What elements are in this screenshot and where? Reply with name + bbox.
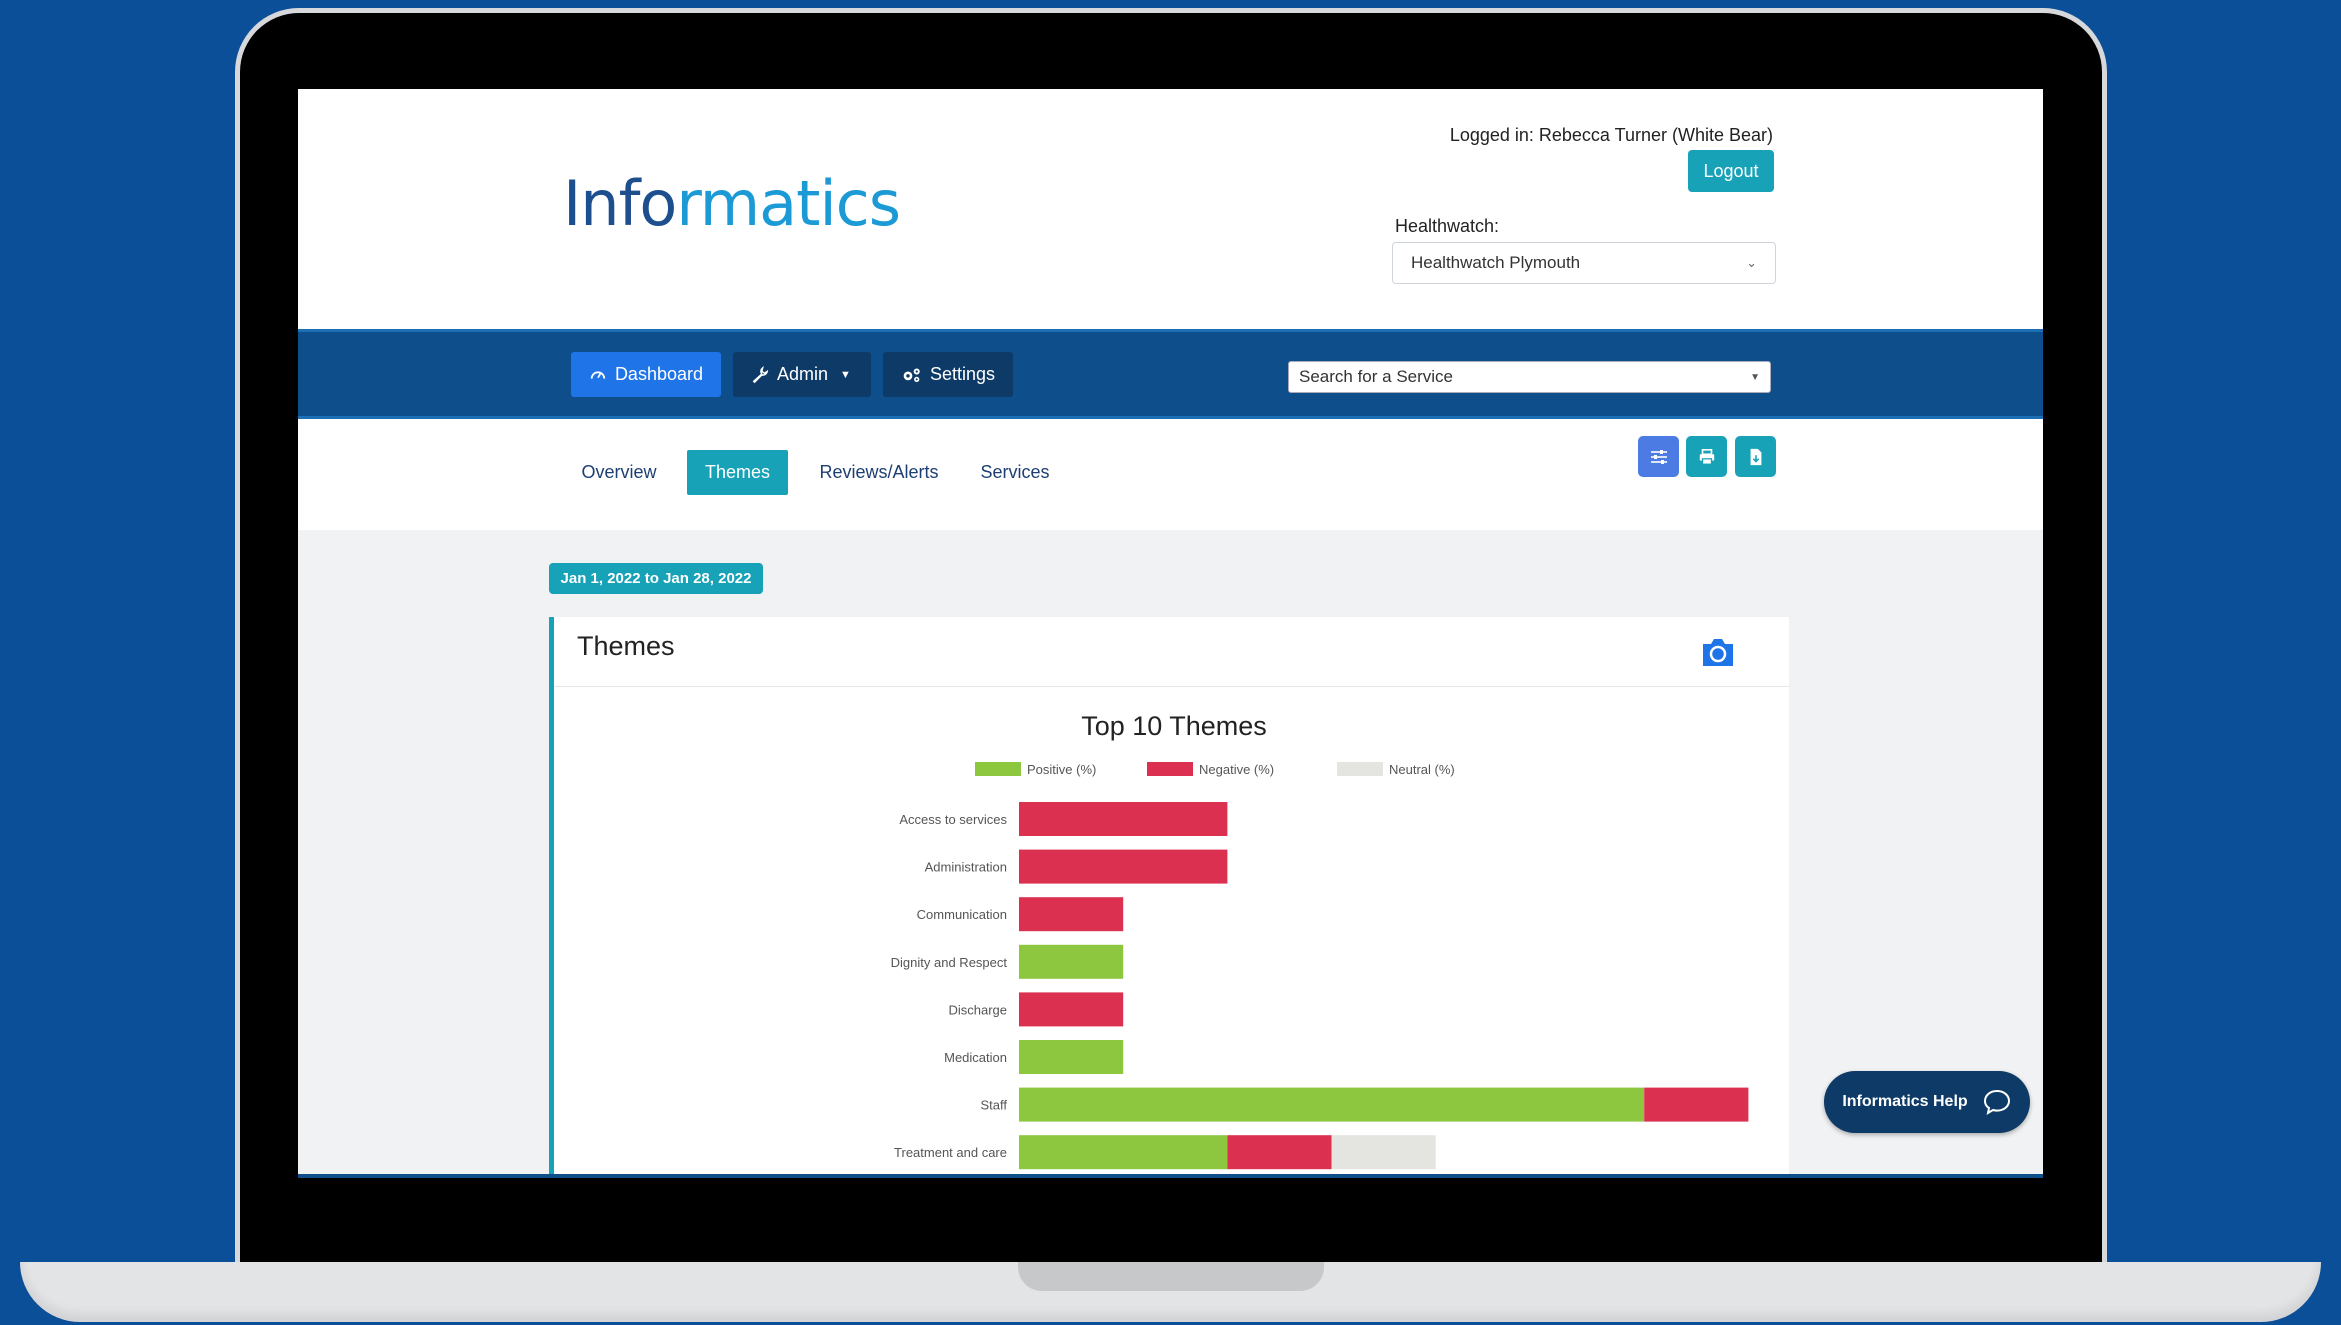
laptop-notch	[1018, 1262, 1324, 1291]
healthwatch-select[interactable]: Healthwatch Plymouth ⌄	[1392, 242, 1776, 284]
tab-reviews-alerts[interactable]: Reviews/Alerts	[809, 450, 949, 495]
sliders-icon	[1650, 449, 1667, 464]
bar-6-1	[1644, 1087, 1749, 1122]
bar-3-0	[1019, 944, 1124, 979]
category-label-3: Dignity and Respect	[891, 955, 1008, 970]
gauge-icon	[590, 370, 606, 379]
admin-dropdown-button[interactable]: Admin ▼	[733, 352, 871, 397]
informatics-help-button[interactable]: Informatics Help	[1824, 1071, 2030, 1133]
wrench-icon	[752, 365, 769, 383]
category-label-5: Medication	[944, 1050, 1007, 1065]
chevron-down-icon: ⌄	[1746, 255, 1757, 270]
bar-0-1	[1019, 802, 1228, 836]
healthwatch-selected-value: Healthwatch Plymouth	[1411, 253, 1581, 272]
legend-label-2: Neutral (%)	[1389, 762, 1455, 777]
camera-icon[interactable]	[1699, 633, 1737, 671]
tab-overview[interactable]: Overview	[573, 450, 665, 495]
tab-themes[interactable]: Themes	[687, 450, 788, 495]
healthwatch-label: Healthwatch:	[1395, 216, 1500, 236]
legend-swatch-0	[975, 762, 1021, 776]
category-label-7: Treatment and care	[894, 1145, 1007, 1160]
category-label-1: Administration	[925, 860, 1007, 875]
service-search-value: Search for a Service	[1299, 367, 1454, 386]
legend-swatch-1	[1147, 762, 1193, 776]
help-label: Informatics Help	[1842, 1093, 1968, 1110]
settings-label: Settings	[929, 364, 995, 384]
dashboard-label: Dashboard	[614, 364, 703, 384]
logged-in-text: Logged in: Rebecca Turner (White Bear)	[1449, 125, 1773, 145]
file-export-icon	[1750, 448, 1761, 465]
category-label-0: Access to services	[899, 812, 1007, 827]
card-header: Themes	[554, 617, 1789, 687]
header: Informatics Logged in: Rebecca Turner (W…	[298, 89, 2043, 329]
legend-label-0: Positive (%)	[1027, 762, 1096, 777]
chat-bubble-icon	[1983, 1089, 2010, 1116]
bar-7-2	[1331, 1135, 1436, 1170]
screen-bottom-bar	[298, 1174, 2043, 1178]
logo-part3: matics	[699, 167, 901, 240]
app-screen: Informatics Logged in: Rebecca Turner (W…	[298, 89, 2043, 1178]
dropdown-arrow-icon: ▼	[1750, 371, 1760, 383]
logout-button[interactable]: Logout	[1688, 150, 1774, 192]
bar-4-1	[1019, 992, 1124, 1027]
main-navbar: Dashboard Admin ▼ Settings Search for a …	[298, 329, 2043, 419]
logo-part2: r	[676, 167, 700, 240]
print-button[interactable]	[1686, 436, 1727, 477]
print-icon	[1699, 448, 1714, 465]
bar-1-1	[1019, 849, 1228, 884]
dashboard-button[interactable]: Dashboard	[571, 352, 721, 397]
service-search-select[interactable]: Search for a Service ▼	[1288, 361, 1771, 393]
logo-part1: Info	[563, 167, 677, 240]
top-themes-chart: Top 10 Themes Positive (%) Negative (%) Neu…	[891, 711, 1749, 1170]
bar-2-1	[1019, 897, 1124, 932]
legend-swatch-2	[1337, 762, 1383, 776]
bar-6-0	[1019, 1087, 1645, 1122]
filter-button[interactable]	[1638, 436, 1679, 477]
settings-button[interactable]: Settings	[883, 352, 1013, 397]
tab-services[interactable]: Services	[970, 450, 1060, 495]
category-label-4: Discharge	[948, 1002, 1007, 1017]
chart-title: Top 10 Themes	[1081, 711, 1267, 741]
tab-bar: Overview Themes Reviews/Alerts Services	[298, 419, 2043, 530]
category-label-6: Staff	[980, 1098, 1007, 1113]
gears-icon	[903, 367, 920, 382]
card-title: Themes	[577, 631, 675, 661]
category-label-2: Communication	[917, 907, 1007, 922]
admin-label: Admin	[777, 364, 829, 384]
bar-7-1	[1227, 1135, 1332, 1170]
legend-label-1: Negative (%)	[1199, 762, 1274, 777]
themes-card: Themes Top 10 Themes Positive (%) Negative…	[549, 617, 1789, 1178]
caret-down-icon: ▼	[840, 368, 851, 381]
date-range-badge: Jan 1, 2022 to Jan 28, 2022	[549, 563, 763, 594]
informatics-logo[interactable]: Informatics	[563, 167, 901, 240]
bar-5-0	[1019, 1040, 1124, 1074]
bar-7-0	[1019, 1135, 1228, 1170]
export-button[interactable]	[1735, 436, 1776, 477]
